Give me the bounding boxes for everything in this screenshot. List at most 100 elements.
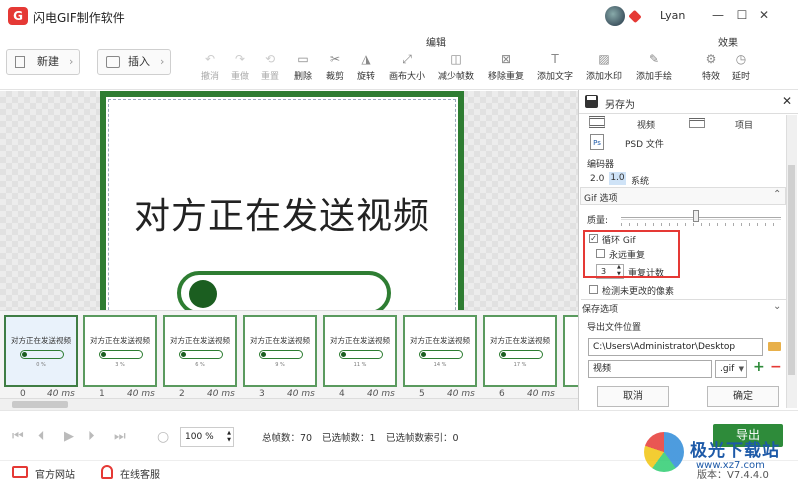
gif-options-header[interactable]: Gif 选项 ⌃ <box>580 187 786 205</box>
tool-add-text[interactable]: T 添加文字 <box>535 52 575 82</box>
quality-slider-thumb[interactable] <box>693 210 700 222</box>
zoom-input[interactable]: 100 % ▲ ▼ <box>180 427 234 447</box>
tool-label: 旋转 <box>356 72 375 82</box>
filmstrip-scrollbar[interactable] <box>0 398 578 410</box>
frame-thumb[interactable]: 对方正在发送视频 0 % <box>4 315 78 387</box>
frame-preview: 对方正在发送视频 <box>100 91 464 310</box>
prev-frame-icon[interactable]: ⏴ <box>38 429 45 444</box>
zoom-spinner-icon[interactable]: ▲ ▼ <box>227 430 231 444</box>
extension-select[interactable]: .gif ▼ <box>715 360 747 378</box>
chevron-down-icon: ▼ <box>738 365 744 373</box>
remove-icon[interactable]: − <box>770 359 782 375</box>
rotate-icon: ◮ <box>361 52 371 66</box>
next-frame-icon[interactable]: ⏵ <box>88 429 95 444</box>
chevron-right-icon: › <box>160 55 165 68</box>
frame-thumb[interactable]: 对方正在发送视频 11 % <box>323 315 397 387</box>
thumb-bar <box>20 350 64 359</box>
tool-label: 重置 <box>260 72 279 82</box>
filmstrip-scroll-thumb[interactable] <box>12 401 68 408</box>
cancel-button[interactable]: 取消 <box>597 386 669 407</box>
tool-delay[interactable]: ◷ 延时 <box>721 52 761 82</box>
save-options-label[interactable]: 保存选项 <box>582 302 618 315</box>
frame-thumb[interactable]: 对方正在发送视频 14 % <box>403 315 477 387</box>
official-site-link[interactable]: 官方网站 <box>35 466 75 481</box>
video-film-icon <box>589 116 605 128</box>
total-frames: 总帧数：70 <box>262 433 313 444</box>
insert-label: 插入 <box>128 55 150 68</box>
canvas-area[interactable]: 对方正在发送视频 <box>0 91 578 310</box>
tool-label: 移除重复 <box>487 72 524 82</box>
type-video[interactable]: 视频 <box>637 118 655 131</box>
chevron-right-icon: › <box>69 55 74 68</box>
tool-reduce-frames[interactable]: ◫ 减少帧数 <box>436 52 476 82</box>
new-label: 新建 <box>37 55 59 68</box>
preview-progress-bar <box>177 271 391 310</box>
reduce-frames-icon: ◫ <box>450 52 462 66</box>
tool-rotate[interactable]: ◮ 旋转 <box>346 52 386 82</box>
tool-add-watermark[interactable]: ▨ 添加水印 <box>584 52 624 82</box>
user-name[interactable]: Lyan <box>660 9 685 22</box>
thumb-bar <box>259 350 303 359</box>
insert-button[interactable]: 插入 › <box>97 49 171 75</box>
encoder-label: 编码器 <box>587 160 615 170</box>
gif-options-label: Gif 选项 <box>584 194 618 204</box>
delete-icon: ▭ <box>297 52 309 66</box>
site-watermark: 极光下载站 www.xz7.com <box>642 424 798 485</box>
add-icon[interactable]: + <box>753 359 765 375</box>
thumb-pct: 17 % <box>513 362 527 368</box>
close-button[interactable]: ✕ <box>755 6 773 24</box>
text-icon: T <box>551 52 559 66</box>
tool-add-drawing[interactable]: ✎ 添加手绘 <box>634 52 674 82</box>
psd-file-icon: Ps <box>590 134 604 150</box>
frame-thumb[interactable]: 对方正在发送视频 9 % <box>243 315 317 387</box>
detect-unchanged-label: 检测未更改的像素 <box>602 287 675 297</box>
encoder-1-0[interactable]: 1.0 <box>609 172 626 185</box>
minimize-button[interactable]: — <box>709 6 727 24</box>
play-icon[interactable]: ▶ <box>64 429 74 444</box>
undo-icon: ↶ <box>204 52 216 66</box>
canvas-size-icon: ⤢ <box>402 52 412 66</box>
quality-slider[interactable] <box>621 217 781 220</box>
chevron-up-icon: ⌃ <box>773 189 782 200</box>
group-label-effect: 效果 <box>718 38 738 49</box>
frame-thumb[interactable]: 对方正在发送视频 3 % <box>83 315 157 387</box>
thumb-bar <box>499 350 543 359</box>
filename-input[interactable]: 视频 <box>588 360 712 378</box>
monitor-icon <box>12 466 28 478</box>
encoder-2-0[interactable]: 2.0 <box>590 174 604 184</box>
vip-badge-icon <box>628 9 642 24</box>
avatar[interactable] <box>605 6 625 26</box>
last-frame-icon[interactable]: ⏭ <box>114 429 126 444</box>
reset-icon: ⟲ <box>264 52 276 66</box>
pencil-icon: ✎ <box>648 52 660 66</box>
frame-thumb[interactable]: 对方正在发送视频 17 % <box>483 315 557 387</box>
tool-label: 画布大小 <box>388 72 425 82</box>
tool-label: 添加文字 <box>536 72 573 82</box>
preview-text: 对方正在发送视频 <box>133 196 430 237</box>
type-project[interactable]: 项目 <box>735 118 753 131</box>
frame-thumb-partial[interactable] <box>563 315 579 387</box>
thumb-pct: 9 % <box>275 362 285 368</box>
frame-thumb[interactable]: 对方正在发送视频 6 % <box>163 315 237 387</box>
first-frame-icon[interactable]: ⏮ <box>12 429 24 444</box>
maximize-button[interactable]: ☐ <box>733 6 751 24</box>
tool-label: 延时 <box>731 72 750 82</box>
quality-ticks <box>621 223 781 226</box>
tool-remove-duplicates[interactable]: ⊠ 移除重复 <box>486 52 526 82</box>
ok-button[interactable]: 确定 <box>707 386 779 407</box>
panel-scroll-thumb[interactable] <box>788 165 795 375</box>
extension-value: .gif <box>720 364 735 374</box>
panel-close-button[interactable]: ✕ <box>782 94 792 108</box>
floppy-label-icon <box>587 96 596 100</box>
thumb-bar <box>179 350 223 359</box>
detect-unchanged-checkbox[interactable] <box>589 285 598 294</box>
tool-canvas-size[interactable]: ⤢ 画布大小 <box>387 52 427 82</box>
type-psd[interactable]: PSD 文件 <box>625 137 664 150</box>
thumb-pct: 3 % <box>115 362 125 368</box>
new-button[interactable]: 新建 › <box>6 49 80 75</box>
encoder-system[interactable]: 系统 <box>631 174 649 187</box>
folder-icon[interactable] <box>768 342 781 351</box>
chevron-down-icon[interactable]: ⌄ <box>773 301 781 312</box>
path-input[interactable]: C:\Users\Administrator\Desktop <box>588 338 763 356</box>
online-service-link[interactable]: 在线客服 <box>120 466 160 481</box>
